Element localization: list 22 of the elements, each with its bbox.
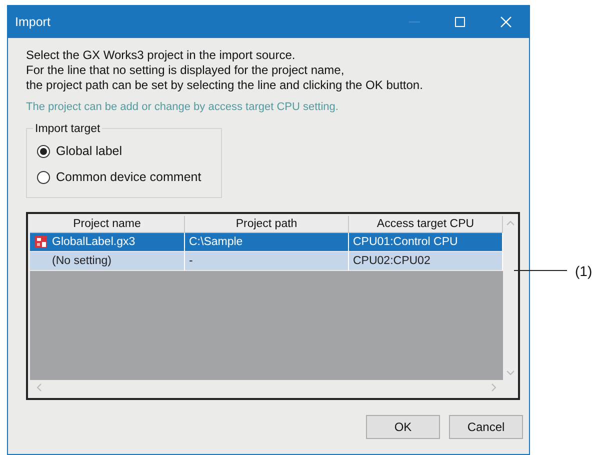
cancel-button[interactable]: Cancel xyxy=(449,414,523,438)
scroll-down-icon[interactable] xyxy=(506,370,515,376)
scroll-right-icon[interactable] xyxy=(491,383,497,392)
radio-label[interactable]: Global label xyxy=(56,142,122,161)
table-cell[interactable]: CPU01:Control CPU xyxy=(349,232,503,252)
instruction-text: For the line that no setting is displayed for the project name, xyxy=(26,63,346,78)
note-text: The project can be add or change by access target CPU setting. xyxy=(26,100,340,115)
radio-label[interactable]: Common device comment xyxy=(56,168,202,187)
table-cell[interactable]: - xyxy=(185,252,349,270)
table-cell[interactable]: C:\Sample xyxy=(185,232,349,252)
instruction-text: the project path can be set by selecting the line and clicking the OK button. xyxy=(26,78,424,93)
callout-label: (1) xyxy=(575,262,592,281)
window-title: Import xyxy=(15,14,52,31)
ok-button[interactable]: OK xyxy=(366,414,440,438)
scroll-up-icon[interactable] xyxy=(506,220,515,226)
radio-button[interactable] xyxy=(37,171,50,184)
radio-button[interactable] xyxy=(37,145,50,158)
scroll-left-icon[interactable] xyxy=(36,383,42,392)
table-cell[interactable]: (No setting) xyxy=(30,252,185,270)
table-cell[interactable]: CPU02:CPU02 xyxy=(349,252,503,270)
table-cell[interactable]: GlobalLabel.gx3 xyxy=(30,232,185,252)
instruction-text: Select the GX Works3 project in the import source. xyxy=(26,48,296,63)
